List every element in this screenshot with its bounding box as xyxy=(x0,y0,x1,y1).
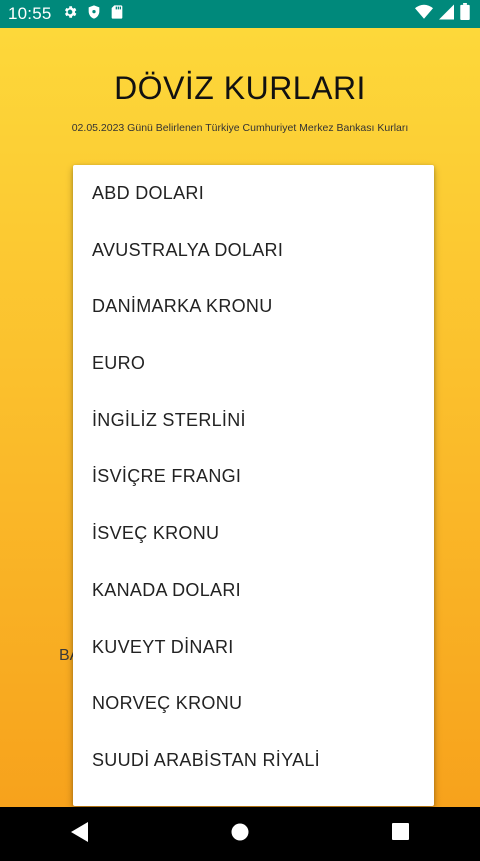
back-button[interactable] xyxy=(50,807,110,861)
page-subtitle: 02.05.2023 Günü Belirlenen Türkiye Cumhu… xyxy=(71,122,409,134)
dropdown-item-suudi-arabistan-riyali[interactable]: SUUDİ ARABİSTAN RİYALİ xyxy=(73,732,434,789)
dropdown-item-euro[interactable]: EURO xyxy=(73,335,434,392)
battery-icon xyxy=(460,3,470,25)
dropdown-item-ingiliz-sterlini[interactable]: İNGİLİZ STERLİNİ xyxy=(73,392,434,449)
dropdown-item-kanada-dolari[interactable]: KANADA DOLARI xyxy=(73,562,434,619)
home-button[interactable] xyxy=(210,807,270,861)
dropdown-item-avustralya-dolari[interactable]: AVUSTRALYA DOLARI xyxy=(73,222,434,279)
status-left-icons xyxy=(62,4,124,25)
dropdown-item-danimarka-kronu[interactable]: DANİMARKA KRONU xyxy=(73,278,434,335)
dropdown-item-abd-dolari[interactable]: ABD DOLARI xyxy=(73,165,434,222)
status-bar: 10:55 xyxy=(0,0,480,28)
recents-button[interactable] xyxy=(370,807,430,861)
dropdown-item-kuveyt-dinari[interactable]: KUVEYT DİNARI xyxy=(73,619,434,676)
wifi-icon xyxy=(415,4,433,25)
dropdown-item-isvicre-frangi[interactable]: İSVİÇRE FRANGI xyxy=(73,448,434,505)
sd-card-icon xyxy=(110,4,124,25)
back-icon xyxy=(71,821,89,847)
home-icon xyxy=(231,823,249,846)
settings-icon xyxy=(62,4,78,25)
shield-icon xyxy=(86,4,102,25)
page-title: DÖVİZ KURLARI xyxy=(114,70,366,106)
navigation-bar xyxy=(0,807,480,861)
status-right-icons xyxy=(415,3,470,25)
status-time: 10:55 xyxy=(8,4,52,23)
dropdown-item-isvec-kronu[interactable]: İSVEÇ KRONU xyxy=(73,505,434,562)
currency-dropdown-list[interactable]: ABD DOLARI AVUSTRALYA DOLARI DANİMARKA K… xyxy=(73,165,434,806)
dropdown-item-norvec-kronu[interactable]: NORVEÇ KRONU xyxy=(73,675,434,732)
recents-icon xyxy=(391,823,409,845)
cell-signal-icon xyxy=(439,4,454,25)
